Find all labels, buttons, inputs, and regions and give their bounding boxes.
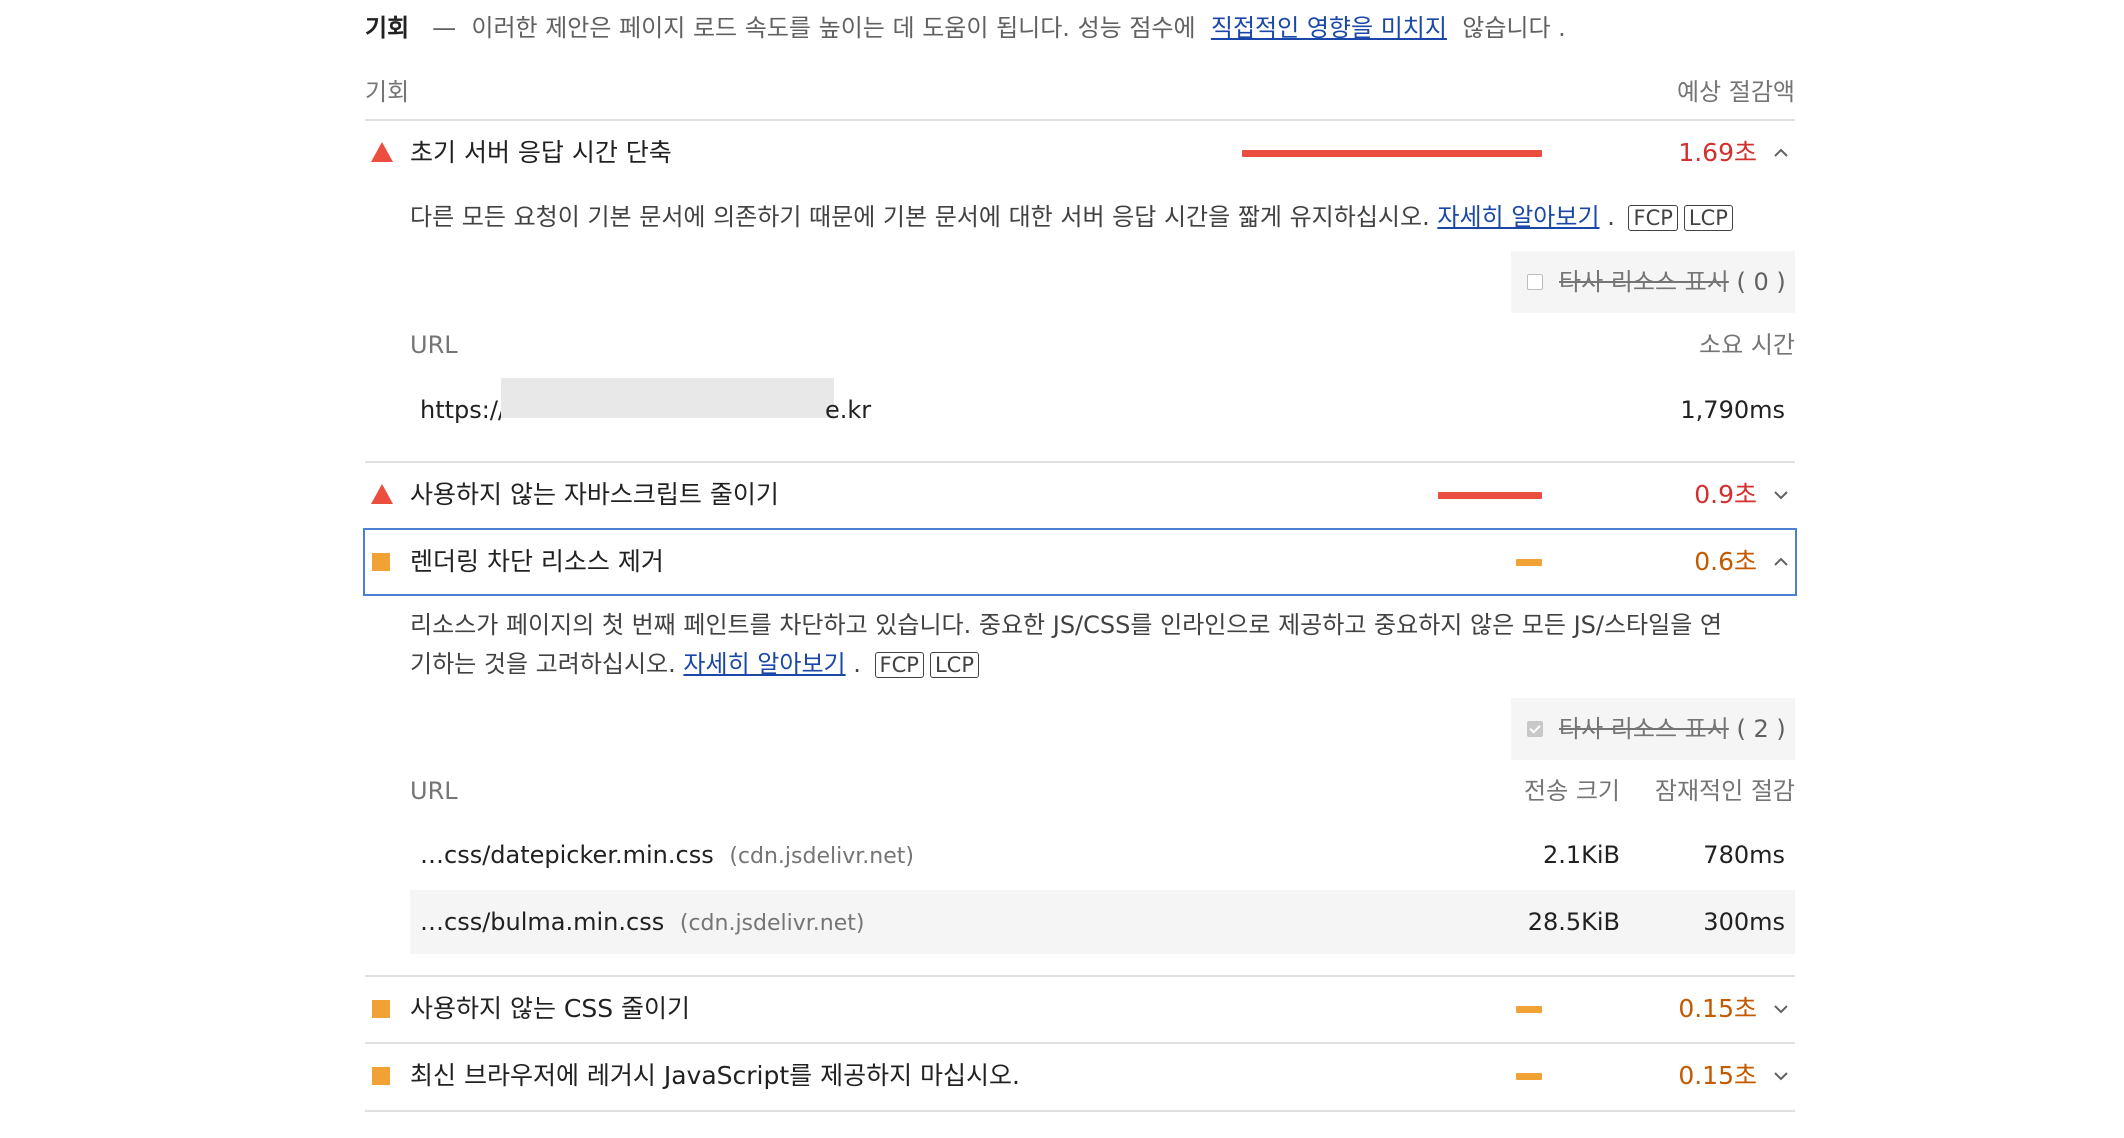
audit-server-response-time[interactable]: 초기 서버 응답 시간 단축 1.69초	[365, 121, 1795, 185]
audit-title: 초기 서버 응답 시간 단축	[410, 138, 672, 167]
chevron-down-icon[interactable]	[1771, 1066, 1791, 1086]
third-party-filter[interactable]: 타사 리소스 표시 ( 0 )	[1511, 251, 1795, 313]
metric-tag-lcp: LCP	[929, 652, 979, 678]
period: .	[1607, 203, 1615, 231]
potential-savings-column-header: 잠재적인 절감	[1654, 777, 1795, 805]
period: .	[853, 650, 861, 678]
potential-savings: 300ms	[1703, 908, 1785, 936]
resource-url: …css/bulma.min.css (cdn.jsdelivr.net)	[420, 890, 864, 956]
table-header: URL 소요 시간	[410, 325, 1795, 365]
url-suffix: e.kr	[825, 396, 872, 424]
resource-url: …css/datepicker.min.css (cdn.jsdelivr.ne…	[420, 823, 914, 889]
third-party-filter[interactable]: 타사 리소스 표시 ( 2 )	[1511, 698, 1795, 760]
metric-tag-fcp: FCP	[874, 652, 924, 678]
audit-title: 사용하지 않는 CSS 줄이기	[410, 994, 691, 1023]
savings-bar	[1242, 150, 1542, 157]
audit-render-blocking-resources[interactable]: 렌더링 차단 리소스 제거 0.6초	[363, 528, 1797, 596]
url-column-header: URL	[410, 331, 458, 359]
audit-title: 렌더링 차단 리소스 제거	[410, 547, 664, 576]
opportunity-column-header: 기회	[365, 78, 410, 106]
audit-savings: 0.6초	[1694, 547, 1757, 576]
description-text-line1: 리소스가 페이지의 첫 번째 페인트를 차단하고 있습니다. 중요한 JS/CS…	[410, 611, 1723, 639]
audit-unused-css[interactable]: 사용하지 않는 CSS 줄이기 0.15초	[365, 977, 1795, 1041]
fail-triangle-icon	[371, 484, 393, 504]
third-party-filter-label: 타사 리소스 표시 ( 2 )	[1559, 698, 1786, 760]
section-title: 기회	[365, 14, 410, 42]
average-square-icon	[372, 1067, 390, 1085]
audit-legacy-javascript[interactable]: 최신 브라우저에 레거시 JavaScript를 제공하지 마십시오. 0.15…	[365, 1044, 1795, 1108]
audit-description: 리소스가 페이지의 첫 번째 페인트를 차단하고 있습니다. 중요한 JS/CS…	[410, 606, 1750, 684]
filter-count: ( 2 )	[1736, 715, 1786, 743]
transfer-size: 2.1KiB	[1542, 841, 1620, 869]
chevron-up-icon[interactable]	[1771, 143, 1791, 163]
divider	[365, 1110, 1795, 1112]
third-party-checkbox[interactable]	[1527, 721, 1543, 737]
url-host: (cdn.jsdelivr.net)	[729, 844, 914, 869]
potential-savings: 780ms	[1703, 841, 1785, 869]
audit-title: 최신 브라우저에 레거시 JavaScript를 제공하지 마십시오.	[410, 1061, 1020, 1090]
description-text: 다른 모든 요청이 기본 문서에 의존하기 때문에 기본 문서에 대한 서버 응…	[410, 203, 1430, 231]
url-column-header: URL	[410, 777, 458, 805]
redacted-url-block	[501, 378, 834, 418]
audit-savings: 0.9초	[1694, 480, 1757, 509]
direct-impact-link[interactable]: 직접적인 영향을 미치지	[1211, 14, 1447, 42]
opportunities-intro: 기회 — 이러한 제안은 페이지 로드 속도를 높이는 데 도움이 됩니다. 성…	[365, 10, 1566, 46]
savings-bar	[1516, 1073, 1542, 1080]
metric-tag-fcp: FCP	[1628, 205, 1678, 231]
filter-count: ( 0 )	[1736, 268, 1786, 296]
transfer-size: 28.5KiB	[1527, 908, 1620, 936]
time-column-header: 소요 시간	[1699, 331, 1795, 359]
savings-column-header: 예상 절감액	[1676, 78, 1795, 106]
third-party-filter-label: 타사 리소스 표시 ( 0 )	[1559, 251, 1786, 313]
audit-description: 다른 모든 요청이 기본 문서에 의존하기 때문에 기본 문서에 대한 서버 응…	[410, 198, 1750, 237]
learn-more-link[interactable]: 자세히 알아보기	[683, 650, 845, 678]
audit-title: 사용하지 않는 자바스크립트 줄이기	[410, 480, 779, 509]
learn-more-link[interactable]: 자세히 알아보기	[1437, 203, 1599, 231]
table-header: URL 전송 크기 잠재적인 절감	[410, 771, 1795, 811]
savings-bar	[1516, 1006, 1542, 1013]
audit-savings: 0.15초	[1678, 1061, 1757, 1090]
description-text-line2: 기하는 것을 고려하십시오.	[410, 650, 676, 678]
chevron-down-icon[interactable]	[1771, 485, 1791, 505]
filter-label-text: 타사 리소스 표시	[1559, 268, 1729, 296]
intro-text-end: 않습니다 .	[1462, 14, 1566, 42]
average-square-icon	[372, 553, 390, 571]
transfer-size-column-header: 전송 크기	[1524, 777, 1620, 805]
audit-savings: 1.69초	[1678, 138, 1757, 167]
response-time-value: 1,790ms	[1680, 396, 1785, 424]
url-text: …css/bulma.min.css	[420, 908, 665, 936]
chevron-up-icon[interactable]	[1771, 552, 1791, 572]
table-row: …css/datepicker.min.css (cdn.jsdelivr.ne…	[410, 823, 1795, 887]
intro-text: 이러한 제안은 페이지 로드 속도를 높이는 데 도움이 됩니다. 성능 점수에	[471, 14, 1196, 42]
audit-savings: 0.15초	[1678, 994, 1757, 1023]
audit-unused-javascript[interactable]: 사용하지 않는 자바스크립트 줄이기 0.9초	[365, 463, 1795, 527]
column-headers: 기회 예상 절감액	[365, 72, 1795, 112]
url-text: …css/datepicker.min.css	[420, 841, 714, 869]
table-row: …css/bulma.min.css (cdn.jsdelivr.net) 28…	[410, 890, 1795, 954]
savings-bar	[1516, 559, 1542, 566]
third-party-checkbox[interactable]	[1527, 274, 1543, 290]
savings-bar	[1438, 492, 1542, 499]
chevron-down-icon[interactable]	[1771, 999, 1791, 1019]
table-row: https://t e.kr 1,790ms	[410, 378, 1795, 442]
metric-tag-lcp: LCP	[1683, 205, 1733, 231]
filter-label-text: 타사 리소스 표시	[1559, 715, 1729, 743]
fail-triangle-icon	[371, 142, 393, 162]
intro-dash: —	[432, 14, 457, 42]
url-host: (cdn.jsdelivr.net)	[679, 911, 865, 936]
average-square-icon	[372, 1000, 390, 1018]
